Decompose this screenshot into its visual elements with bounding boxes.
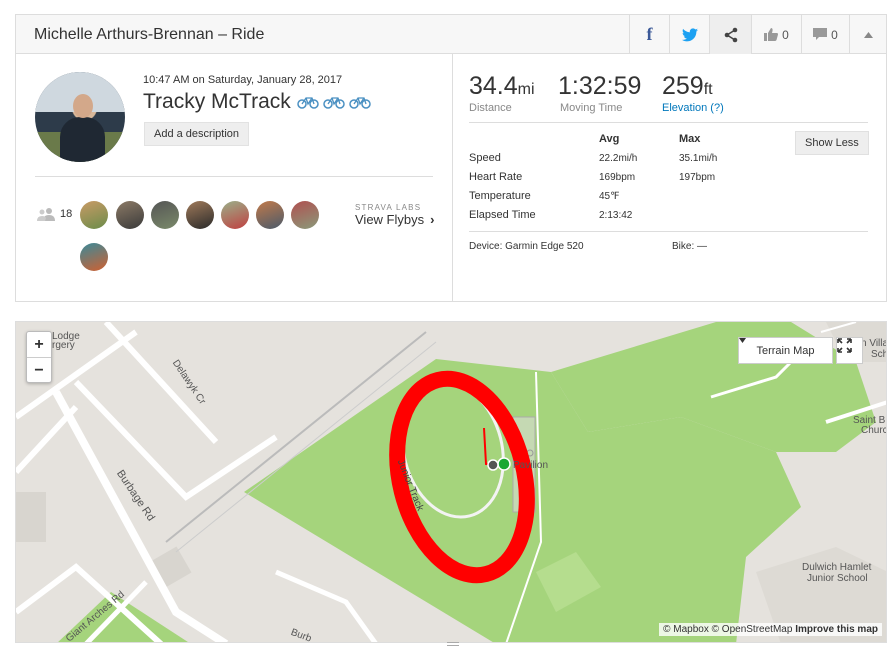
bicycle-icon: [349, 97, 371, 109]
elapsed-time-avg: 2:13:42: [599, 210, 633, 221]
temperature-label: Temperature: [469, 190, 531, 202]
activity-card: Michelle Arthurs-Brennan – Ride f 0 0 10…: [15, 14, 887, 302]
facebook-icon: f: [646, 24, 653, 44]
mapbox-attribution-link[interactable]: © Mapbox: [663, 624, 709, 635]
finish-marker: [487, 459, 499, 471]
group-athlete-avatar[interactable]: [80, 243, 108, 271]
strava-labs-label: STRAVA LABS: [355, 203, 422, 212]
heart-rate-label: Heart Rate: [469, 171, 523, 183]
moving-time-value: 1:32:59: [558, 72, 642, 100]
twitter-share-button[interactable]: [669, 15, 709, 54]
kudos-button[interactable]: 0: [751, 15, 801, 54]
show-less-button[interactable]: Show Less: [795, 131, 869, 155]
bicycle-icon: [297, 97, 319, 109]
group-athlete-avatar[interactable]: [221, 201, 249, 229]
bicycle-icon: [323, 97, 345, 109]
thumbs-up-icon: [764, 28, 779, 41]
map-label-church: Churc: [861, 425, 887, 436]
kudos-count: 0: [782, 27, 789, 42]
osm-attribution-link[interactable]: © OpenStreetMap: [712, 624, 793, 635]
zoom-out-button[interactable]: −: [27, 358, 51, 384]
divider: [469, 231, 868, 232]
heart-rate-max: 197bpm: [679, 172, 716, 183]
group-athlete-avatar[interactable]: [151, 201, 179, 229]
activity-summary-pane: 10:47 AM on Saturday, January 28, 2017 T…: [16, 54, 453, 302]
collapse-button[interactable]: [849, 15, 886, 54]
zoom-control: + −: [26, 331, 52, 383]
add-description-button[interactable]: Add a description: [144, 122, 249, 146]
activity-header: Michelle Arthurs-Brennan – Ride f 0 0: [16, 15, 886, 54]
athlete-avatar[interactable]: [35, 72, 125, 162]
bike-icons: [297, 95, 371, 109]
fullscreen-button[interactable]: [836, 337, 863, 364]
athletes-icon: [37, 208, 55, 221]
caret-up-icon: [863, 31, 873, 38]
map-canvas[interactable]: [16, 322, 887, 643]
map-label-pavilion: Pavilion: [513, 460, 549, 471]
speed-avg: 22.2mi/h: [599, 153, 638, 164]
group-athlete-avatar[interactable]: [291, 201, 319, 229]
start-marker: [497, 457, 511, 471]
heart-rate-avg: 169bpm: [599, 172, 636, 183]
view-flybys-link[interactable]: View Flybys ›: [355, 212, 434, 227]
header-actions: f 0 0: [629, 15, 886, 54]
caret-down-icon: [739, 338, 746, 343]
twitter-icon: [681, 27, 698, 41]
elevation-value: 259ft: [662, 72, 713, 100]
activity-name: Tracky McTrack: [143, 90, 291, 113]
activity-name-row: Tracky McTrack: [143, 90, 371, 114]
group-activity[interactable]: 18: [36, 207, 72, 221]
map-resize-handle[interactable]: [447, 642, 459, 646]
group-athlete-avatar[interactable]: [80, 201, 108, 229]
speed-max: 35.1mi/h: [679, 153, 718, 164]
view-flybys-label: View Flybys: [355, 212, 425, 227]
group-count: 18: [60, 208, 73, 220]
activity-title: Michelle Arthurs-Brennan – Ride: [34, 26, 265, 43]
divider: [469, 122, 868, 123]
map-label-sch: Sch: [871, 349, 887, 360]
share-button[interactable]: [709, 15, 751, 54]
distance-value: 34.4mi: [469, 72, 535, 100]
terrain-map-label: Terrain Map: [756, 344, 815, 357]
activity-datetime: 10:47 AM on Saturday, January 28, 2017: [143, 74, 343, 86]
comment-count: 0: [831, 27, 838, 42]
map-label-dulwich: Dulwich Hamlet: [802, 562, 872, 573]
zoom-in-button[interactable]: +: [27, 332, 51, 358]
expand-icon: [837, 338, 852, 353]
bike-info: Bike: —: [672, 241, 708, 252]
avg-column-header: Avg: [599, 133, 620, 145]
group-athlete-avatar[interactable]: [256, 201, 284, 229]
device-info: Device: Garmin Edge 520: [469, 241, 584, 252]
distance-label: Distance: [469, 102, 512, 114]
group-athlete-avatar[interactable]: [116, 201, 144, 229]
divider: [35, 176, 433, 177]
elevation-help-link[interactable]: Elevation (?): [662, 102, 724, 114]
map-label-villa: n Villa: [861, 338, 887, 349]
share-icon: [724, 27, 737, 42]
max-column-header: Max: [679, 133, 701, 145]
elapsed-time-label: Elapsed Time: [469, 209, 536, 221]
map-label-junior-school: Junior School: [807, 573, 868, 584]
facebook-share-button[interactable]: f: [629, 15, 669, 54]
activity-map[interactable]: Lodge rgery Delawyk Cr Burbage Rd Burb J…: [15, 321, 887, 643]
improve-map-link[interactable]: Improve this map: [795, 624, 878, 635]
comment-icon: [813, 28, 828, 40]
chevron-right-icon: ›: [430, 212, 435, 227]
group-athlete-avatar[interactable]: [186, 201, 214, 229]
speed-label: Speed: [469, 152, 501, 164]
map-attribution: © Mapbox © OpenStreetMap Improve this ma…: [659, 623, 882, 636]
comment-button[interactable]: 0: [801, 15, 849, 54]
temperature-avg: 45℉: [599, 191, 620, 202]
moving-time-label: Moving Time: [560, 102, 623, 114]
terrain-map-dropdown[interactable]: Terrain Map: [738, 337, 833, 364]
map-label-surgery: rgery: [52, 340, 75, 351]
